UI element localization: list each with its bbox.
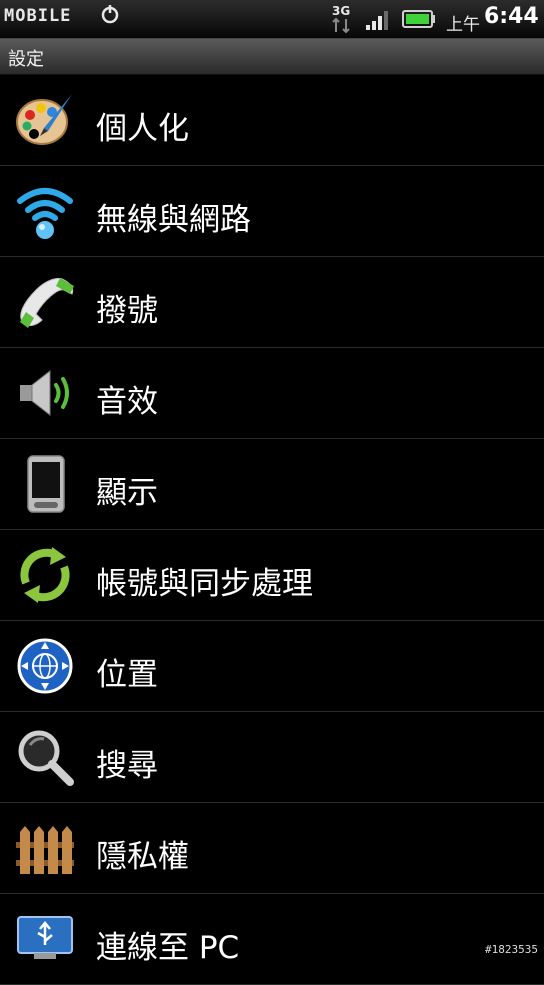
settings-item-connect-pc[interactable]: 連線至 PC xyxy=(0,894,544,985)
time-ampm: 上午 xyxy=(446,15,480,35)
settings-item-label: 顯示 xyxy=(96,475,158,511)
settings-item-label: 帳號與同步處理 xyxy=(96,566,313,602)
page-title: 設定 xyxy=(8,49,44,70)
logo-mark-icon xyxy=(101,5,119,24)
settings-item-label: 搜尋 xyxy=(96,748,158,784)
palette-icon xyxy=(16,94,72,145)
settings-item-label: 音效 xyxy=(96,384,158,420)
watermark: #1823535 xyxy=(485,943,538,956)
settings-item-label: 無線與網路 xyxy=(96,202,251,238)
usb-icon xyxy=(17,916,73,959)
fence-icon xyxy=(16,826,74,874)
title-bar: 設定 xyxy=(0,39,544,75)
sync-icon xyxy=(20,547,70,603)
settings-item-location[interactable]: 位置 xyxy=(0,621,544,712)
settings-item-personalize[interactable]: 個人化 xyxy=(0,75,544,166)
speaker-icon xyxy=(20,369,69,417)
phone-display-icon xyxy=(27,455,65,513)
battery-icon xyxy=(402,10,435,28)
settings-item-label: 撥號 xyxy=(96,293,158,329)
globe-icon xyxy=(17,638,73,694)
carrier-logo: MOBILE xyxy=(4,6,72,26)
settings-item-sound[interactable]: 音效 xyxy=(0,348,544,439)
settings-item-display[interactable]: 顯示 xyxy=(0,439,544,530)
settings-item-accounts-sync[interactable]: 帳號與同步處理 xyxy=(0,530,544,621)
phone-icon xyxy=(20,277,74,328)
magnifier-icon xyxy=(18,730,74,786)
settings-item-wireless[interactable]: 無線與網路 xyxy=(0,166,544,257)
settings-item-search[interactable]: 搜尋 xyxy=(0,712,544,803)
status-bar: MOBILE 3G 上午 6:44 xyxy=(0,0,544,39)
settings-item-privacy[interactable]: 隱私權 xyxy=(0,803,544,894)
signal-strength-icon xyxy=(366,11,388,30)
wifi-icon xyxy=(17,188,73,239)
network-3g-icon: 3G xyxy=(332,4,350,34)
settings-item-label: 個人化 xyxy=(96,111,189,147)
settings-item-label: 連線至 PC xyxy=(96,930,240,966)
settings-item-call[interactable]: 撥號 xyxy=(0,257,544,348)
settings-list: 個人化 無線與網路 撥號 音效 顯示 帳號與同步處理 位置 搜尋 隱私權 連線至… xyxy=(0,75,544,985)
settings-item-label: 位置 xyxy=(96,657,158,693)
settings-item-label: 隱私權 xyxy=(96,839,189,875)
svg-text:3G: 3G xyxy=(332,4,350,18)
clock: 6:44 xyxy=(484,4,539,29)
